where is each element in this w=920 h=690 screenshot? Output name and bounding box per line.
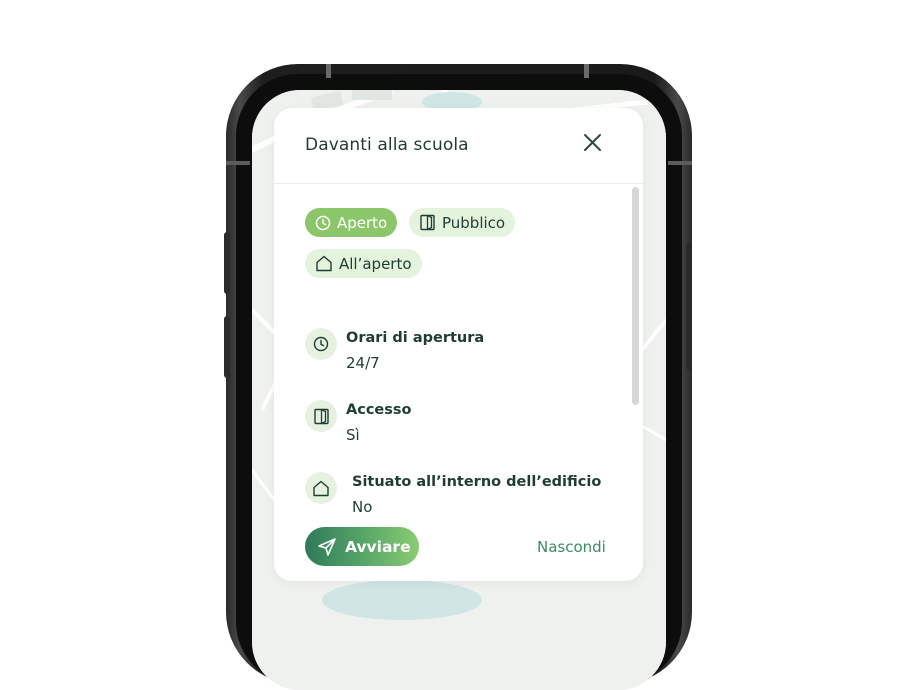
- card-header: Davanti alla scuola: [274, 108, 643, 184]
- close-button[interactable]: [580, 130, 606, 156]
- antenna-band: [584, 64, 589, 78]
- scrollbar-thumb[interactable]: [632, 187, 639, 405]
- house-icon: [316, 255, 332, 272]
- detail-value: No: [352, 498, 373, 513]
- chip-label: Aperto: [337, 213, 388, 232]
- door-icon: [420, 214, 435, 231]
- detail-label: Accesso: [346, 402, 412, 418]
- house-icon: [313, 480, 329, 496]
- detail-icon-badge: [305, 400, 337, 432]
- volume-down-button: [224, 316, 230, 378]
- antenna-band: [226, 161, 250, 165]
- detail-value: Sì: [346, 426, 360, 444]
- close-icon: [584, 134, 601, 151]
- detail-label: Orari di apertura: [346, 330, 485, 346]
- details-scroll-area[interactable]: Aperto Pubblico All’aperto Orari di aper…: [274, 184, 643, 513]
- card-title: Davanti alla scuola: [305, 135, 469, 155]
- detail-icon-badge: [305, 328, 337, 360]
- detail-label: Situato all’interno dell’edificio: [352, 474, 602, 490]
- navigation-arrow-icon: [318, 537, 336, 556]
- start-navigation-button[interactable]: Avviare: [305, 527, 419, 566]
- power-button: [686, 242, 692, 370]
- clock-icon: [313, 336, 329, 352]
- place-detail-card: Davanti alla scuola Aperto Pubblico All’…: [274, 108, 643, 581]
- chip-public: Pubblico: [409, 208, 516, 237]
- antenna-band: [668, 161, 692, 165]
- chip-open: Aperto: [305, 208, 398, 237]
- card-footer: Avviare Nascondi: [274, 513, 643, 581]
- chip-outdoor: All’aperto: [305, 249, 422, 278]
- detail-icon-badge: [305, 472, 337, 504]
- volume-up-button: [224, 232, 230, 294]
- door-icon: [313, 408, 329, 424]
- hide-button[interactable]: Nascondi: [537, 538, 606, 556]
- antenna-band: [326, 64, 331, 78]
- detail-value: 24/7: [346, 354, 380, 372]
- chip-label: All’aperto: [339, 254, 412, 273]
- chip-label: Pubblico: [442, 213, 506, 232]
- clock-icon: [315, 215, 331, 230]
- start-navigation-label: Avviare: [345, 537, 411, 556]
